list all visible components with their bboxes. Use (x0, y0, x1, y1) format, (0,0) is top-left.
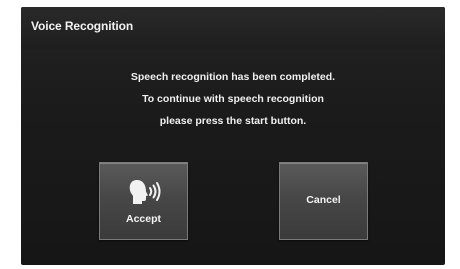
message-line-3: please press the start button. (159, 115, 307, 127)
cancel-label: Cancel (306, 194, 341, 206)
accept-button[interactable]: Accept (99, 162, 188, 240)
message-line-2: To continue with speech recognition (142, 93, 324, 105)
screen-title: Voice Recognition (31, 19, 134, 33)
speaking-head-icon (129, 180, 161, 204)
title-bar: Voice Recognition (21, 7, 445, 49)
accept-label: Accept (125, 213, 161, 225)
dialog-message: Speech recognition has been completed. T… (21, 66, 445, 132)
voice-recognition-screen: Voice Recognition Speech recognition has… (21, 7, 445, 265)
message-line-1: Speech recognition has been completed. (130, 71, 336, 83)
cancel-button[interactable]: Cancel (279, 162, 368, 240)
